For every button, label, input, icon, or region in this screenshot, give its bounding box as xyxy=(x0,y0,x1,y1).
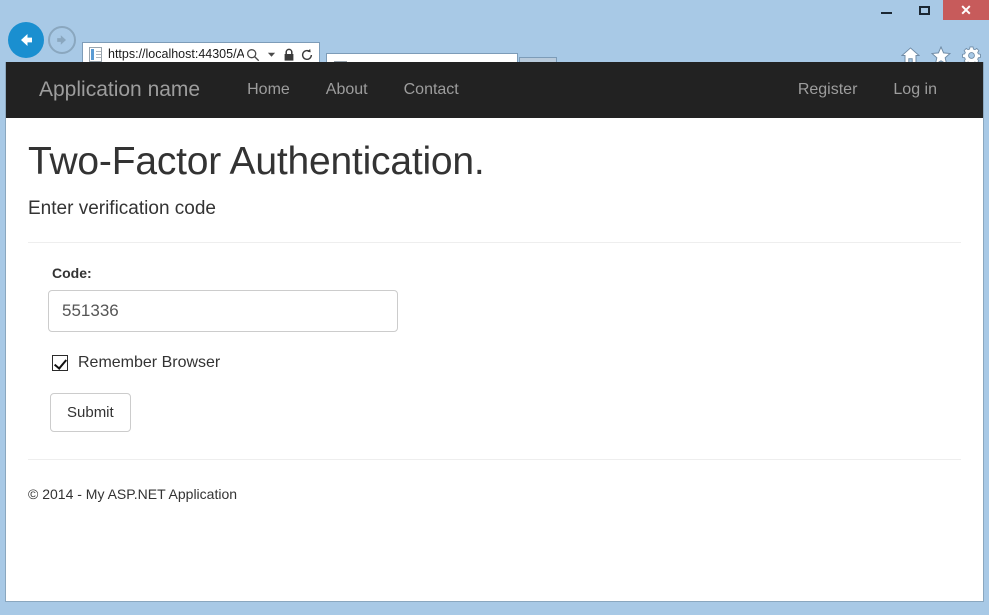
nav-link-register[interactable]: Register xyxy=(780,81,876,99)
close-icon: ✕ xyxy=(960,3,972,17)
nav-link-about[interactable]: About xyxy=(308,81,386,99)
page-viewport: Application name Home About Contact Regi… xyxy=(5,62,984,602)
footer-divider xyxy=(28,459,961,460)
navbar-account-links: Register Log in xyxy=(780,81,955,99)
nav-link-contact[interactable]: Contact xyxy=(386,81,477,99)
maximize-icon xyxy=(919,6,930,15)
page-container: Two-Factor Authentication. Enter verific… xyxy=(6,140,983,502)
minimize-icon xyxy=(881,12,892,14)
submit-button[interactable]: Submit xyxy=(50,393,131,432)
forward-arrow-icon xyxy=(54,32,70,48)
window-controls: ✕ xyxy=(867,0,989,20)
code-field-label: Code: xyxy=(52,265,961,281)
remember-browser-label: Remember Browser xyxy=(78,354,220,372)
footer-copyright: © 2014 - My ASP.NET Application xyxy=(28,486,961,502)
remember-browser-checkbox[interactable] xyxy=(52,355,68,371)
two-factor-form: Code: Remember Browser Submit xyxy=(28,243,961,432)
nav-link-home[interactable]: Home xyxy=(229,81,308,99)
nav-link-login[interactable]: Log in xyxy=(875,81,955,99)
navbar-brand[interactable]: Application name xyxy=(24,78,215,102)
navbar-primary-links: Home About Contact xyxy=(229,81,477,99)
title-bar: ✕ xyxy=(0,0,989,20)
remember-browser-row[interactable]: Remember Browser xyxy=(52,354,961,372)
minimize-button[interactable] xyxy=(867,0,905,20)
browser-window: ✕ https://localhost:44305/Ac xyxy=(0,0,989,615)
code-input[interactable] xyxy=(48,290,398,332)
browser-toolbar: https://localhost:44305/Ac xyxy=(0,20,989,62)
page-title: Two-Factor Authentication. xyxy=(28,140,961,184)
close-window-button[interactable]: ✕ xyxy=(943,0,989,20)
back-arrow-icon xyxy=(16,30,36,50)
back-button[interactable] xyxy=(8,22,44,58)
forward-button[interactable] xyxy=(48,26,76,54)
page-subtitle: Enter verification code xyxy=(28,198,961,220)
site-navbar: Application name Home About Contact Regi… xyxy=(6,62,983,118)
maximize-button[interactable] xyxy=(905,0,943,20)
